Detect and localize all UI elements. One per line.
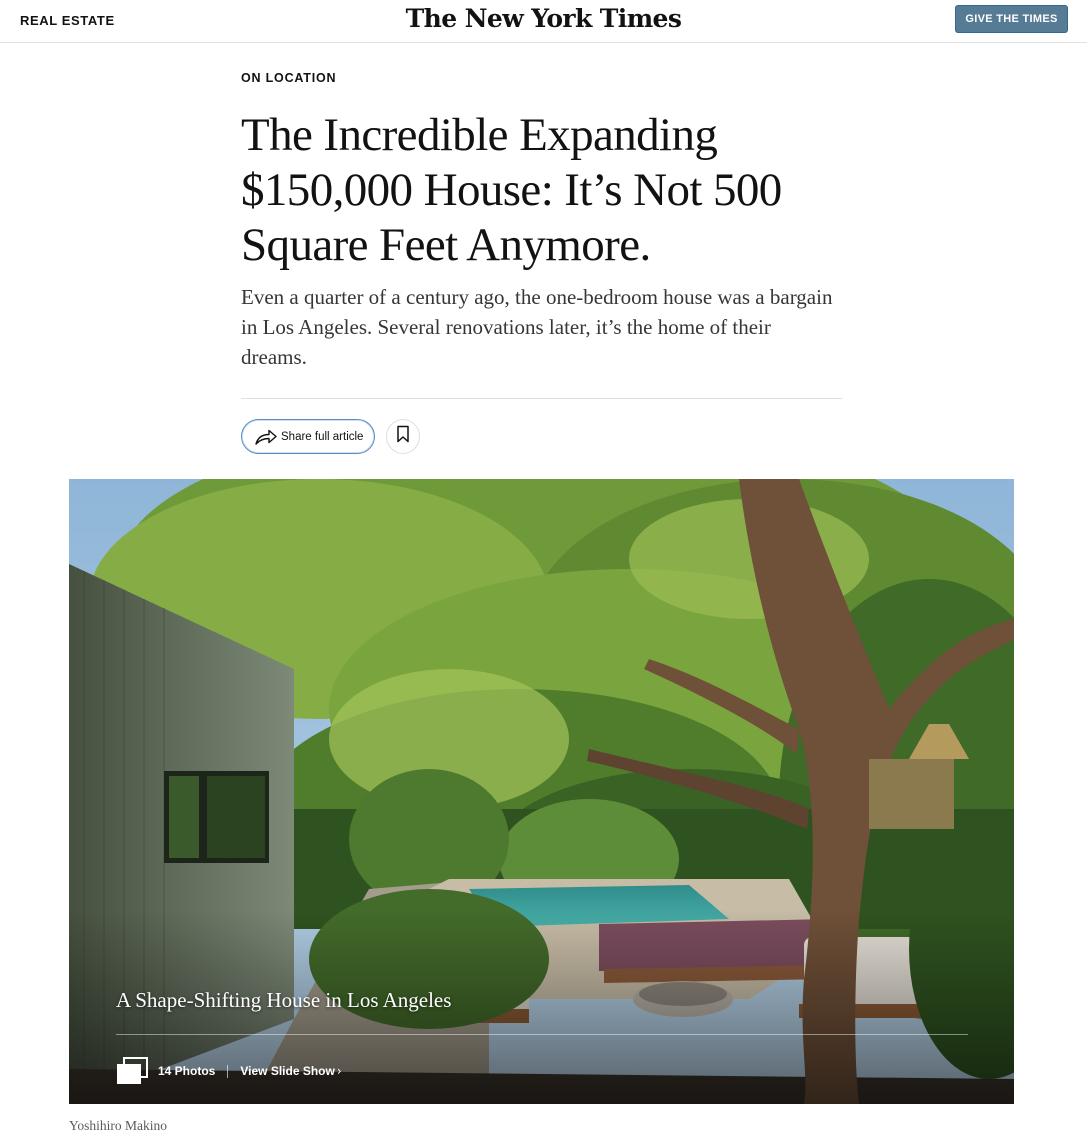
photo-stack-icon xyxy=(116,1057,148,1085)
share-arrow-icon xyxy=(254,428,278,446)
header-divider xyxy=(241,398,842,399)
article-kicker[interactable]: ON LOCATION xyxy=(241,71,336,85)
view-slideshow-link[interactable]: View Slide Show xyxy=(240,1064,334,1078)
photo-count: 14 Photos xyxy=(158,1064,216,1078)
save-article-button[interactable] xyxy=(386,419,420,454)
lead-photo-slideshow[interactable]: A Shape-Shifting House in Los Angeles 14… xyxy=(69,479,1014,1104)
photo-credit: Yoshihiro Makino xyxy=(69,1118,168,1133)
share-article-button[interactable]: Share full article xyxy=(241,419,375,454)
masthead-logo[interactable]: The New York Times xyxy=(0,4,1087,33)
article-headline: The Incredible Expanding $150,000 House:… xyxy=(241,109,782,271)
slideshow-title[interactable]: A Shape-Shifting House in Los Angeles xyxy=(116,988,451,1013)
chevron-right-icon: › xyxy=(336,1064,342,1078)
article-summary: Even a quarter of a century ago, the one… xyxy=(241,285,833,369)
meta-separator xyxy=(227,1064,229,1078)
slideshow-divider xyxy=(116,1034,968,1035)
give-the-times-button[interactable]: GIVE THE TIMES xyxy=(955,5,1068,33)
share-button-label: Share full article xyxy=(281,430,364,443)
bookmark-icon xyxy=(396,425,410,448)
top-bar: REAL ESTATE The New York Times GIVE THE … xyxy=(0,0,1087,43)
slideshow-meta: 14 Photos View Slide Show › xyxy=(116,1056,342,1086)
